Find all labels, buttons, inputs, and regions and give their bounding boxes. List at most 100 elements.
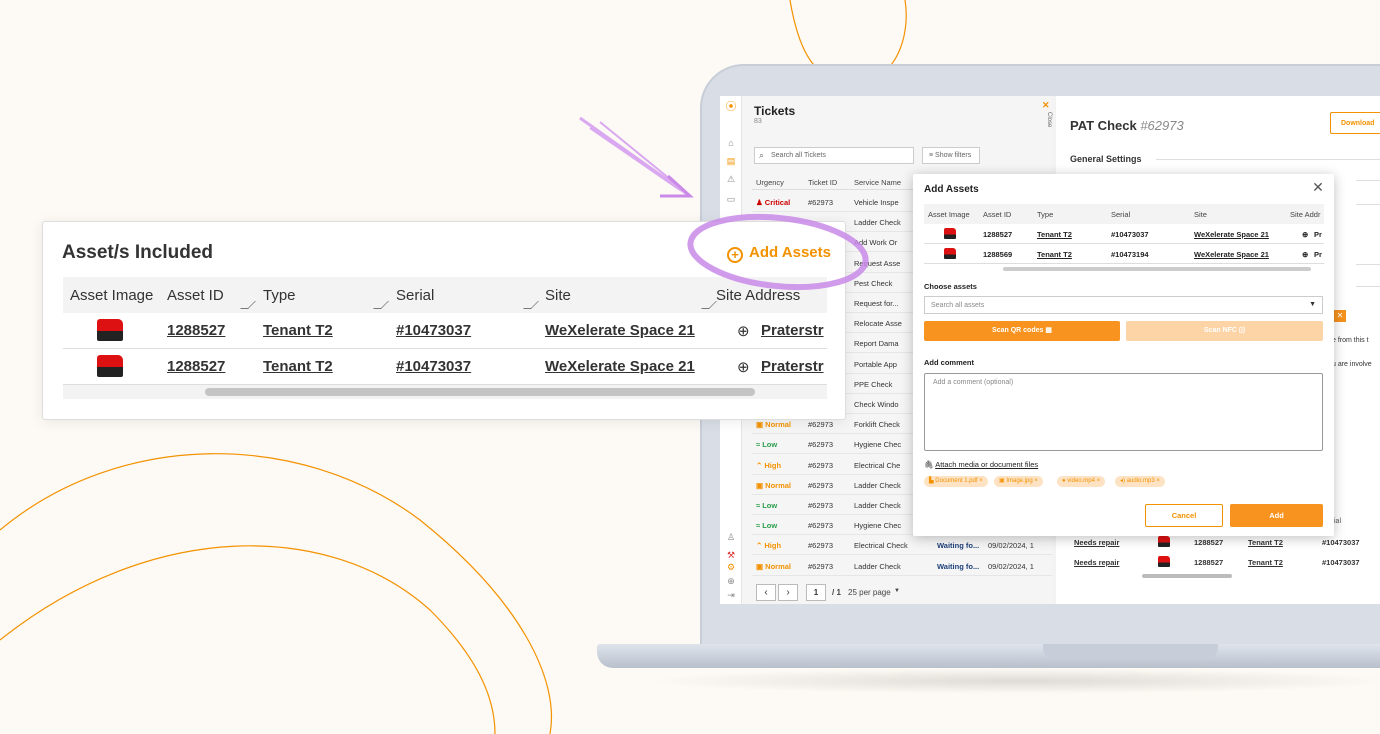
close-icon[interactable]: ✕ <box>1042 100 1050 111</box>
tools-icon[interactable]: ⚒ <box>725 550 737 560</box>
scrollbar[interactable] <box>1142 574 1232 578</box>
col-serial[interactable]: Serial <box>1111 210 1130 219</box>
col-urgency[interactable]: Urgency <box>756 178 784 187</box>
column-resize-handle[interactable] <box>373 301 389 309</box>
urgency-badge: ♟ Critical <box>756 198 791 207</box>
date-text: 09/02/2024, 1 <box>988 541 1034 551</box>
cancel-button[interactable]: Cancel <box>1145 504 1223 527</box>
globe-icon: ⊕ <box>737 323 750 340</box>
asset-address[interactable]: Praterstr <box>761 322 824 339</box>
laptop-base <box>597 644 1380 668</box>
asset-site[interactable]: WeXelerate Space 21 <box>1194 230 1269 239</box>
file-chip[interactable]: ◂) audio.mp3 × <box>1115 476 1165 487</box>
home-icon[interactable]: ⌂ <box>725 138 737 148</box>
page-input[interactable]: 1 <box>806 584 826 601</box>
col-site[interactable]: Site <box>1194 210 1207 219</box>
globe-icon[interactable]: ⊕ <box>725 576 737 586</box>
add-assets-button[interactable]: + Add Assets <box>727 244 831 263</box>
asset-site[interactable]: WeXelerate Space 21 <box>1194 250 1269 259</box>
general-settings-heading: General Settings <box>1070 154 1142 164</box>
asset-serial[interactable]: #10473037 <box>396 358 471 375</box>
scan-qr-button[interactable]: Scan QR codes ▦ <box>924 321 1120 341</box>
card-table-header: Asset Image Asset ID Type Serial Site Si… <box>63 277 827 313</box>
urgency-badge: ▣ Normal <box>756 420 792 430</box>
users-icon[interactable]: ♙ <box>725 532 737 542</box>
card-scrollbar[interactable] <box>205 388 755 396</box>
attach-files-link[interactable]: 🖇 Attach media or document files <box>924 460 1038 469</box>
column-resize-handle[interactable] <box>240 301 256 309</box>
col-site-address[interactable]: Site Address <box>716 287 800 304</box>
next-page-button[interactable]: › <box>778 584 798 601</box>
close-icon[interactable]: ✕ <box>1311 180 1325 194</box>
add-button[interactable]: Add <box>1230 504 1323 527</box>
scan-nfc-button[interactable]: Scan NFC ▯) <box>1126 321 1323 341</box>
asset-address[interactable]: Pr <box>1314 250 1322 259</box>
remove-icon[interactable]: × <box>1155 478 1160 484</box>
asset-site[interactable]: WeXelerate Space 21 <box>545 358 695 375</box>
col-asset-image[interactable]: Asset Image <box>70 287 153 304</box>
service-name: PPE Check <box>854 379 893 389</box>
asset-row[interactable]: Needs repair 1288527 Tenant T2 #10473037 <box>1070 552 1380 572</box>
asset-id[interactable]: 1288527 <box>167 322 225 339</box>
show-filters-button[interactable]: ≡ Show filters <box>922 147 980 164</box>
file-chip[interactable]: ▙ Document 1.pdf × <box>924 476 988 487</box>
column-resize-handle[interactable] <box>523 301 539 309</box>
col-type[interactable]: Type <box>263 287 296 304</box>
col-service-name[interactable]: Service Name <box>854 178 901 187</box>
asset-type[interactable]: Tenant T2 <box>1248 558 1283 567</box>
remove-icon[interactable]: × <box>1095 478 1101 484</box>
card-asset-row[interactable]: 1288527 Tenant T2 #10473037 WeXelerate Spac… <box>63 313 827 349</box>
col-type[interactable]: Type <box>1037 210 1053 219</box>
col-serial[interactable]: Serial <box>396 287 434 304</box>
modal-asset-row[interactable]: 1288569 Tenant T2 #10473194 WeXelerate Spac… <box>924 245 1324 264</box>
remove-icon[interactable]: × <box>978 478 983 484</box>
col-asset-image[interactable]: Asset Image <box>928 210 970 219</box>
asset-serial: #10473037 <box>1111 230 1149 239</box>
close-label[interactable]: Close <box>1038 112 1052 152</box>
asset-address[interactable]: Pr <box>1314 230 1322 239</box>
close-icon[interactable]: ✕ <box>1334 310 1346 322</box>
ticket-row[interactable]: ⌃ High #62973 Electrical Check Waiting fo..… <box>752 535 1052 556</box>
qr-code-icon: ▦ <box>1045 327 1052 334</box>
col-asset-id[interactable]: Asset ID <box>167 287 224 304</box>
service-name: Ladder Check <box>854 501 901 510</box>
modal-scrollbar[interactable] <box>1003 267 1311 271</box>
urgency-badge: ⌃ High <box>756 541 782 551</box>
divider <box>1156 159 1380 160</box>
asset-type[interactable]: Tenant T2 <box>263 322 333 339</box>
asset-site[interactable]: WeXelerate Space 21 <box>545 322 695 339</box>
col-ticket-id[interactable]: Ticket ID <box>808 178 837 187</box>
tickets-search-input[interactable]: ⌕ Search all Tickets <box>754 147 914 164</box>
prev-page-button[interactable]: ‹ <box>756 584 776 601</box>
asset-serial[interactable]: #10473037 <box>396 322 471 339</box>
download-button[interactable]: Download <box>1330 112 1380 134</box>
attach-files-label: Attach media or document files <box>935 460 1039 469</box>
col-asset-id[interactable]: Asset ID <box>983 210 1011 219</box>
modal-asset-row[interactable]: 1288527 Tenant T2 #10473037 WeXelerate Spac… <box>924 225 1324 244</box>
remove-icon[interactable]: × <box>1033 478 1038 484</box>
file-chip[interactable]: ● video.mp4 × <box>1057 476 1106 487</box>
col-site[interactable]: Site <box>545 287 571 304</box>
asset-type[interactable]: Tenant T2 <box>1037 250 1072 259</box>
column-resize-handle[interactable] <box>701 301 717 309</box>
asset-address[interactable]: Praterstr <box>761 358 824 375</box>
card-asset-row[interactable]: 1288527 Tenant T2 #10473037 WeXelerate Spac… <box>63 349 827 385</box>
calendar-icon[interactable]: ▭ <box>725 194 737 204</box>
col-site-address[interactable]: Site Addr <box>1290 210 1320 219</box>
asset-type[interactable]: Tenant T2 <box>1248 538 1283 547</box>
file-chip[interactable]: ▣ Image.jpg × <box>994 476 1043 487</box>
ticket-row[interactable]: ▣ Normal #62973 Ladder Check Waiting fo... 0… <box>752 556 1052 576</box>
logout-icon[interactable]: ⇥ <box>725 590 737 600</box>
asset-type[interactable]: Tenant T2 <box>263 358 333 375</box>
asset-id[interactable]: 1288527 <box>167 358 225 375</box>
asset-type[interactable]: Tenant T2 <box>1037 230 1072 239</box>
comment-textarea[interactable]: Add a comment (optional) <box>924 373 1323 451</box>
settings-icon[interactable]: ⚙ <box>725 562 737 572</box>
location-pin-icon[interactable]: ⦿ <box>725 102 737 113</box>
tickets-icon[interactable]: ▤ <box>725 156 737 166</box>
warning-icon[interactable]: ⚠ <box>725 174 737 184</box>
per-page-select[interactable]: 25 per page <box>848 588 891 597</box>
asset-state[interactable]: Needs repair <box>1074 538 1119 547</box>
asset-state[interactable]: Needs repair <box>1074 558 1119 567</box>
asset-search-select[interactable]: Search all assets ▼ <box>924 296 1323 314</box>
